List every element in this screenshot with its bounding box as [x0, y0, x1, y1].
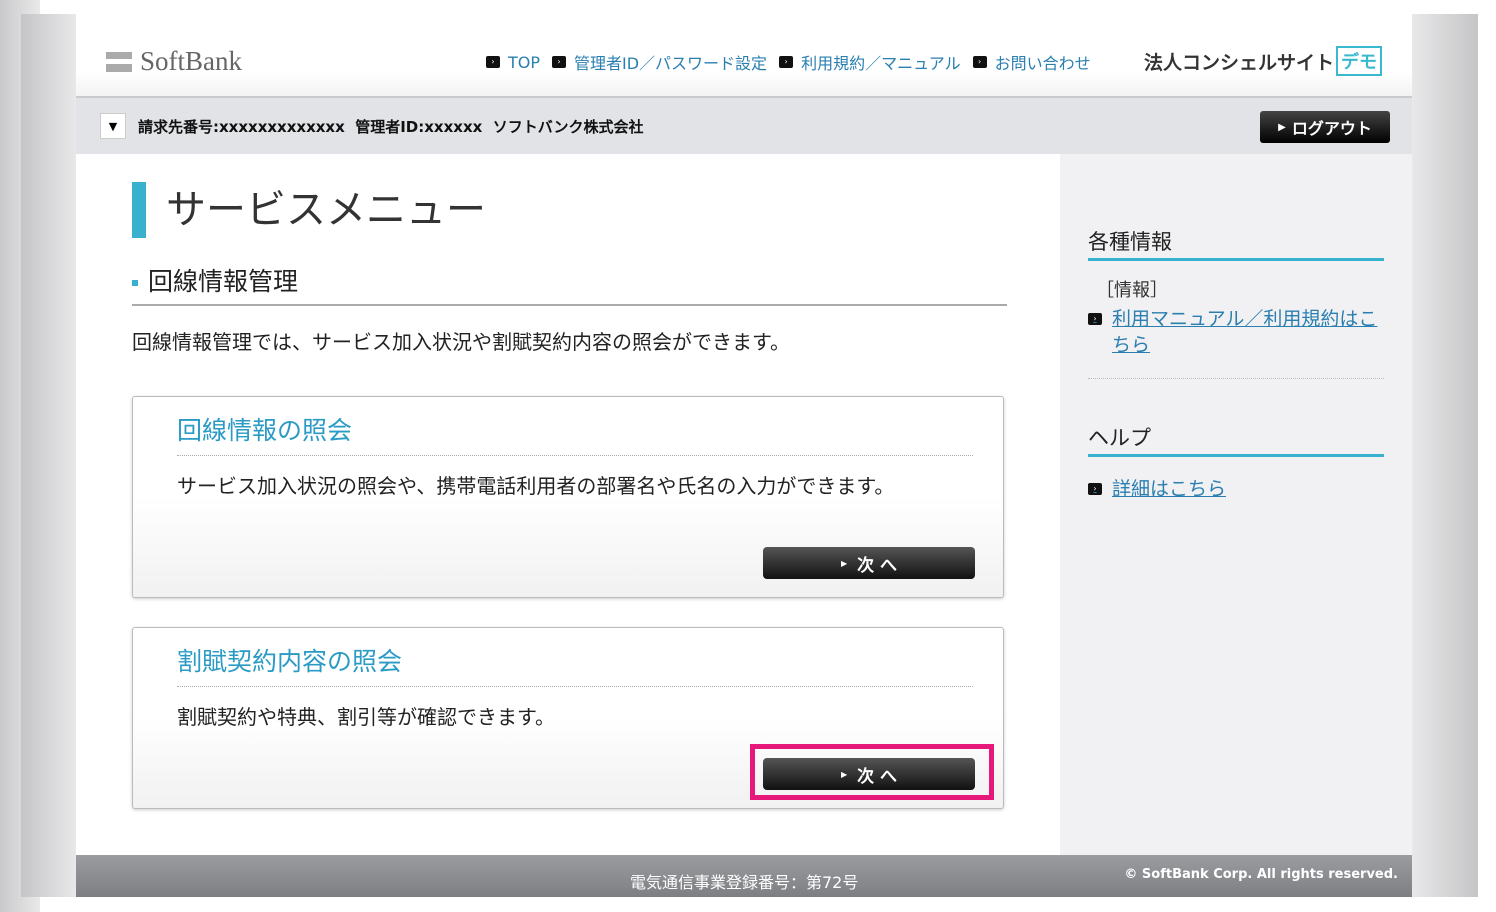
- copyright: © SoftBank Corp. All rights reserved.: [1124, 867, 1398, 882]
- play-icon: ▶: [1278, 121, 1286, 133]
- page: SoftBank › TOP › 管理者ID／パスワード設定 › 利用規約／マニュアル…: [76, 14, 1412, 897]
- nav-label: 利用規約／マニュアル: [801, 54, 961, 73]
- arrow-icon: ›: [1088, 483, 1102, 495]
- logo-bars-icon: [106, 51, 132, 72]
- page-title: サービスメニュー: [132, 182, 486, 238]
- card-line-info: 回線情報の照会 サービス加入状況の照会や、携帯電話利用者の部署名や氏名の入力がで…: [132, 396, 1004, 598]
- section-heading: 回線情報管理: [132, 262, 1007, 306]
- info-heading: 各種情報: [1088, 226, 1384, 261]
- nav-top[interactable]: › TOP: [486, 53, 540, 72]
- help-link-text: 詳細はこちら: [1112, 478, 1227, 500]
- nav-contact[interactable]: › お問い合わせ: [972, 50, 1091, 74]
- footer: 電気通信事業登録番号：第72号 © SoftBank Corp. All rig…: [76, 855, 1412, 897]
- site-title: 法人コンシェルサイト デモ: [1144, 46, 1383, 76]
- account-dropdown-button[interactable]: ▼: [100, 113, 126, 139]
- help-link[interactable]: › 詳細はこちら: [1088, 476, 1226, 502]
- arrow-icon: ›: [1088, 313, 1102, 325]
- top-nav: › TOP › 管理者ID／パスワード設定 › 利用規約／マニュアル › お問い合わせ: [486, 50, 1091, 74]
- highlight-box: [750, 744, 994, 800]
- caret-down-icon: ▼: [108, 119, 118, 133]
- logout-button[interactable]: ▶ ログアウト: [1260, 111, 1390, 143]
- nav-label: TOP: [508, 52, 541, 72]
- nav-password[interactable]: › 管理者ID／パスワード設定: [552, 50, 767, 74]
- main-content: サービスメニュー 回線情報管理 回線情報管理では、サービス加入状況や割賦契約内容…: [76, 154, 1060, 855]
- nav-label: お問い合わせ: [994, 54, 1091, 73]
- background-right: [1412, 14, 1478, 897]
- site-title-text: 法人コンシェルサイト: [1144, 51, 1335, 74]
- logout-label: ログアウト: [1291, 119, 1372, 138]
- card-title: 回線情報の照会: [177, 411, 973, 456]
- play-icon: ▶: [840, 558, 848, 568]
- manual-link-text: 利用マニュアル／利用規約はこちら: [1112, 308, 1378, 356]
- nav-label: 管理者ID／パスワード設定: [574, 54, 768, 73]
- next-button[interactable]: ▶ 次 へ: [763, 547, 975, 579]
- arrow-icon: ›: [552, 56, 567, 68]
- arrow-icon: ›: [972, 56, 987, 68]
- arrow-icon: ›: [779, 56, 794, 68]
- account-info: 請求先番号:xxxxxxxxxxxxx 管理者ID:xxxxxx ソフトバンク株…: [138, 117, 644, 136]
- next-label: 次 へ: [857, 555, 898, 576]
- account-bar: ▼ 請求先番号:xxxxxxxxxxxxx 管理者ID:xxxxxx ソフトバン…: [76, 98, 1412, 154]
- softbank-logo[interactable]: SoftBank: [106, 46, 242, 77]
- card-text: 割賦契約や特典、割引等が確認できます。: [177, 705, 555, 729]
- background-left: [21, 14, 76, 897]
- sidebar: 各種情報 ［情報］ › 利用マニュアル／利用規約はこちら ヘルプ › 詳細はこちら: [1060, 154, 1412, 855]
- section-description: 回線情報管理では、サービス加入状況や割賦契約内容の照会ができます。: [132, 330, 790, 354]
- manual-link[interactable]: › 利用マニュアル／利用規約はこちら: [1088, 306, 1378, 358]
- header: SoftBank › TOP › 管理者ID／パスワード設定 › 利用規約／マニュアル…: [76, 14, 1412, 98]
- arrow-icon: ›: [486, 56, 500, 68]
- divider: [1088, 378, 1384, 379]
- logo-text: SoftBank: [140, 46, 243, 76]
- registration-number: 電気通信事業登録番号：第72号: [630, 873, 859, 892]
- info-label: ［情報］: [1096, 280, 1168, 301]
- nav-terms[interactable]: › 利用規約／マニュアル: [779, 50, 961, 74]
- help-heading: ヘルプ: [1088, 422, 1384, 457]
- card-text: サービス加入状況の照会や、携帯電話利用者の部署名や氏名の入力ができます。: [177, 474, 895, 498]
- demo-badge: デモ: [1336, 46, 1383, 76]
- card-title: 割賦契約内容の照会: [177, 642, 973, 687]
